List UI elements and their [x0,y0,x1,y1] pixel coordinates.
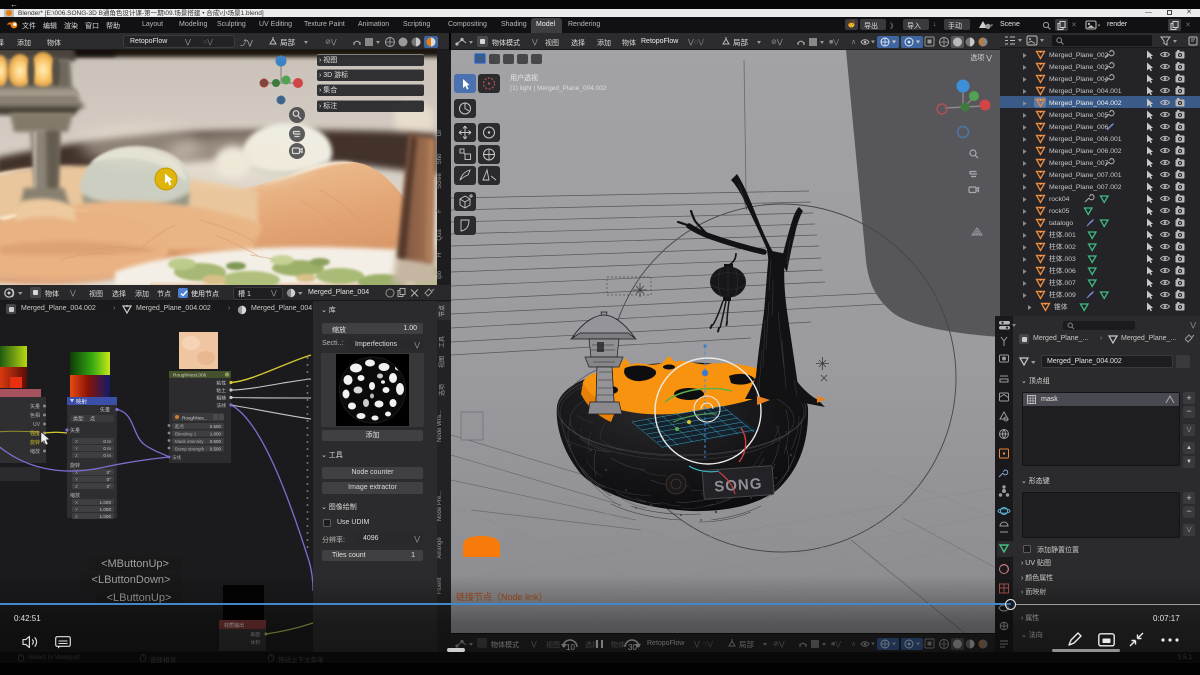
svg-text:矢量: 矢量 [100,407,110,414]
svg-text:体积: 体积 [250,639,260,646]
svg-text:表面: 表面 [250,631,260,638]
svg-text:Merged_Plane_006.001: Merged_Plane_006.001 [1049,136,1122,143]
svg-text:类型:: 类型: [73,416,84,423]
svg-text:Blending 1: Blending 1 [175,432,197,437]
svg-text:Merged_Plane_007.001: Merged_Plane_007.001 [1049,172,1122,179]
svg-text:粗糙: 粗糙 [216,395,226,402]
svg-text:Merged_Plane_004: Merged_Plane_004 [1049,76,1109,83]
svg-text:Merged_Plane_005: Merged_Plane_005 [1049,112,1109,119]
svg-text:0°: 0° [107,470,112,475]
svg-text:柱体.006: 柱体.006 [1049,266,1076,275]
svg-text:点: 点 [90,417,95,423]
svg-text:0.500: 0.500 [210,424,222,429]
svg-text:Y: Y [75,446,78,451]
svg-text:映射: 映射 [76,398,88,406]
svg-text:缩放: 缩放 [30,448,40,455]
svg-text:0 m: 0 m [103,453,111,458]
svg-text:0°: 0° [107,477,112,482]
svg-text:粘性: 粘性 [216,380,226,387]
svg-text:X: X [75,439,78,444]
svg-text:Bump strength: Bump strength [175,447,205,452]
svg-text:Merged_Plane_004.002: Merged_Plane_004.002 [1049,100,1122,107]
svg-text:RoughNest.006: RoughNest.006 [173,373,207,379]
svg-text:柱体.007: 柱体.007 [1049,278,1076,287]
svg-text:锥体: 锥体 [1054,302,1068,311]
svg-text:Merged_Plane_007: Merged_Plane_007 [1049,160,1109,167]
svg-text:SONG: SONG [714,475,763,495]
svg-text:色相: 色相 [30,412,40,419]
svg-text:X: X [75,500,78,505]
svg-text:tatalogo: tatalogo [1049,220,1073,227]
svg-text:法线: 法线 [216,402,226,409]
svg-text:粘土: 粘土 [216,387,226,394]
svg-text:Mask intensity: Mask intensity [175,439,204,444]
svg-text:30: 30 [628,643,637,651]
svg-text:1.000: 1.000 [100,500,112,505]
svg-text:1.000: 1.000 [100,507,112,512]
svg-text:0 m: 0 m [103,439,111,444]
svg-text:强度: 强度 [30,430,40,437]
svg-text:Z: Z [75,514,78,519]
svg-text:矢量: 矢量 [70,427,80,434]
svg-text:Merged_Plane_004.001: Merged_Plane_004.001 [1049,88,1122,95]
svg-text:旋转: 旋转 [30,439,40,446]
svg-text:10: 10 [566,643,575,651]
svg-text:局部: 局部 [733,37,748,47]
svg-text:局部: 局部 [280,37,295,47]
svg-text:柱体.009: 柱体.009 [1049,290,1076,299]
svg-text:链接节点（Node link）: 链接节点（Node link） [456,591,548,602]
svg-text:柱体.002: 柱体.002 [1049,242,1076,251]
svg-text:0 m: 0 m [103,446,111,451]
svg-text:缩放: 缩放 [70,492,80,499]
svg-text:Y: Y [75,507,78,512]
svg-text:柱体.003: 柱体.003 [1049,254,1076,263]
svg-text:Merged_Plane_003: Merged_Plane_003 [1049,64,1109,71]
svg-text:局部: 局部 [739,639,754,649]
svg-text:材质输出: 材质输出 [224,622,244,629]
svg-text:Merged_Plane_006.002: Merged_Plane_006.002 [1049,148,1122,155]
svg-text:1.000: 1.000 [210,432,222,437]
svg-text:1.000: 1.000 [100,514,112,519]
svg-text:旋转: 旋转 [70,462,80,469]
svg-text:Merged_Plane_006: Merged_Plane_006 [1049,124,1109,131]
svg-text:Merged_Plane_002: Merged_Plane_002 [1049,52,1109,59]
svg-text:RoughNes...: RoughNes... [182,416,208,421]
svg-text:柱体.001: 柱体.001 [1049,230,1076,239]
svg-text:Merged_Plane_007.002: Merged_Plane_007.002 [1049,184,1122,191]
svg-text:Z: Z [75,453,78,458]
svg-text:rock05: rock05 [1049,208,1070,215]
svg-text:rock04: rock04 [1049,196,1070,203]
svg-text:0.500: 0.500 [210,439,222,444]
svg-text:UV: UV [33,422,41,428]
svg-text:Y: Y [75,477,78,482]
svg-text:0°: 0° [107,484,112,489]
svg-text:0.500: 0.500 [210,447,222,452]
svg-text:Z: Z [75,484,78,489]
svg-text:矢量: 矢量 [30,403,40,410]
svg-text:法线: 法线 [172,454,181,461]
